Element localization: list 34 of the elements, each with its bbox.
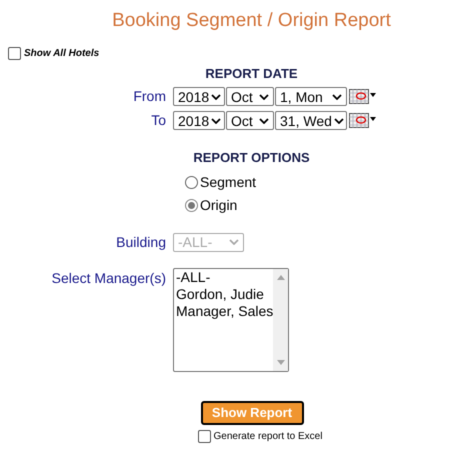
chevron-icon: [211, 94, 222, 100]
radio-label: Origin: [200, 196, 238, 215]
radio-button[interactable]: [185, 198, 198, 212]
manager-listbox[interactable]: -ALL- Gordon, Judie Manager, Sales: [173, 268, 289, 372]
chevron-icon: [332, 94, 342, 100]
list-option[interactable]: -ALL-: [176, 268, 274, 286]
date-label: From: [132, 87, 167, 106]
month-select[interactable]: Oct: [226, 111, 274, 130]
calendar-icon[interactable]: [349, 112, 377, 128]
radio-label: Segment: [200, 172, 256, 192]
checkbox-label: Show All Hotels: [24, 46, 100, 60]
checkbox[interactable]: [8, 46, 21, 60]
day-select[interactable]: 1, Mon: [275, 87, 347, 106]
checkbox-label: Generate report to Excel: [214, 430, 322, 444]
radio-button[interactable]: [185, 176, 198, 188]
date-label: To: [150, 111, 167, 130]
chevron-icon: [259, 94, 269, 100]
managers-label: Select Manager(s): [50, 268, 167, 288]
year-select[interactable]: 2018: [173, 87, 225, 106]
calendar-icon[interactable]: [349, 88, 377, 104]
list-option[interactable]: Manager, Sales: [176, 302, 274, 320]
building-label: Building: [115, 232, 167, 252]
list-option[interactable]: Gordon, Judie: [176, 286, 274, 302]
day-select[interactable]: 31, Wed: [275, 111, 347, 130]
section-heading: REPORT DATE: [205, 64, 298, 82]
section-heading: REPORT OPTIONS: [193, 149, 310, 167]
year-select[interactable]: 2018: [173, 111, 225, 130]
chevron-icon: [211, 118, 222, 124]
chevron-icon: [334, 118, 344, 124]
month-select[interactable]: Oct: [226, 87, 274, 106]
chevron-icon: [259, 118, 269, 124]
checkbox[interactable]: [198, 430, 211, 442]
page-title: Booking Segment / Origin Report: [112, 9, 391, 33]
chevron-icon: [229, 239, 239, 245]
